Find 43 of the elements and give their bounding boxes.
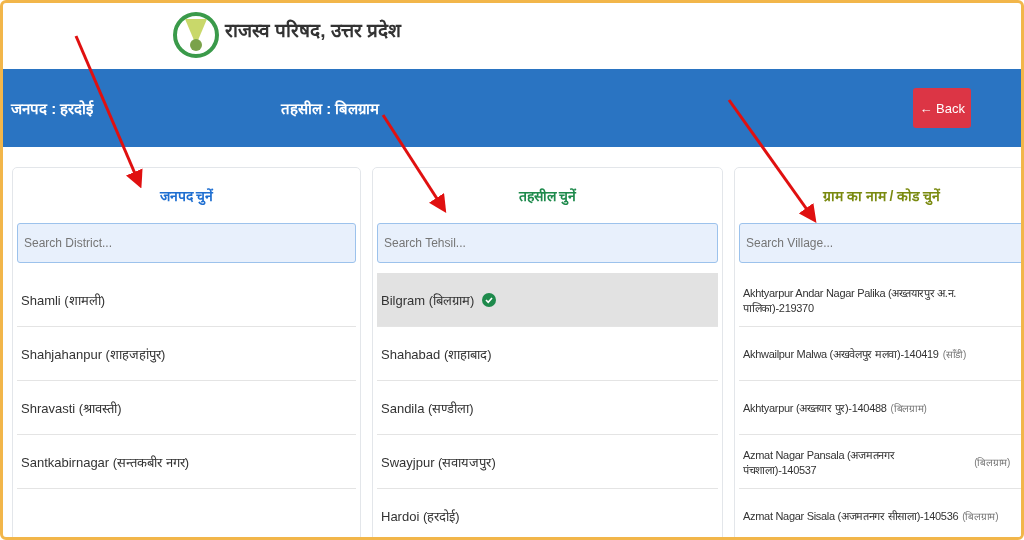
item-name: Sandila (सण्डीला) [381, 399, 474, 417]
back-button[interactable]: ← Back [913, 88, 971, 128]
item-name: Shravasti (श्रावस्ती) [21, 399, 122, 417]
list-item[interactable]: Shravasti (श्रावस्ती) [17, 381, 356, 435]
list-item[interactable]: Swayjpur (सवायजपुर) [377, 435, 718, 489]
village-name: Akhtyarpur Andar Nagar Palika (अख्तयारपुर अ.न. पालिका)-219370 [743, 285, 957, 315]
tehsil-name: (बिलग्राम) [890, 401, 927, 415]
district-label: जनपद : हरदोई [11, 99, 95, 118]
tehsil-name: (साँडी) [942, 347, 967, 361]
list-item[interactable]: Hardoi (हरदोई) [377, 489, 718, 537]
list-item[interactable]: Sandila (सण्डीला) [377, 381, 718, 435]
tehsil-name: (बिलग्राम) [974, 455, 1010, 469]
item-name: Santkabirnagar (सन्तकबीर नगर) [21, 453, 190, 471]
list-item[interactable]: Santkabirnagar (सन्तकबीर नगर) [17, 435, 356, 489]
tehsil-label: तहसील : बिलग्राम [281, 99, 381, 118]
item-name: Shahabad (शाहाबाद) [381, 345, 492, 363]
search-field[interactable]: Search District... [17, 223, 356, 263]
header-title: राजस्व परिषद, उत्तर प्रदेश [225, 18, 402, 43]
list-item[interactable]: Shahabad (शाहाबाद) [377, 327, 718, 381]
list-item[interactable]: Shahjahanpur (शाहजहांपुर) [17, 327, 356, 381]
search-field[interactable]: Search Village... [739, 223, 1021, 263]
panel-title: जनपद चुनें [159, 187, 214, 205]
item-name: Swayjpur (सवायजपुर) [381, 453, 496, 471]
list-item[interactable]: Akhtyarpur Andar Nagar Palika (अख्तयारपुर अ.न. पालिका)-219370 [739, 273, 1021, 327]
list-item[interactable]: Akhwailpur Malwa (अखवेलपुर मलवा)-140419 (साँडी) [739, 327, 1021, 381]
item-name: Hardoi (हरदोई) [381, 507, 460, 525]
search-field[interactable]: Search Tehsil... [377, 223, 718, 263]
item-name: Bilgram (बिलग्राम) [381, 291, 475, 309]
list-item[interactable]: Azmat Nagar Pansala (अजमतनगर पंचशाला)-140537 (बिलग्राम) [739, 435, 1021, 489]
panel-title: तहसील चुनें [518, 187, 577, 205]
village-name: Azmat Nagar Pansala (अजमतनगर पंचशाला)-140537 [743, 447, 896, 477]
check-circle-icon [482, 292, 497, 307]
tehsil-name: (बिलग्राम) [962, 509, 999, 523]
item-name: Shamli (शामली) [21, 291, 105, 309]
list-item[interactable]: Akhtyarpur (अख्तयार पुर)-140488 (बिलग्राम) [739, 381, 1021, 435]
panel-title: ग्राम का नाम / कोड चुनें [822, 187, 941, 205]
village-name: Azmat Nagar Sisala (अजमतनगर सीसाला)-140536 [743, 509, 959, 523]
list-item[interactable]: Azmat Nagar Sisala (अजमतनगर सीसाला)-140536 (बिलग्राम) [739, 489, 1021, 537]
item-name: Shahjahanpur (शाहजहांपुर) [21, 345, 166, 363]
village-name: Akhwailpur Malwa (अखवेलपुर मलवा)-140419 [743, 347, 939, 361]
list-item[interactable]: Shamli (शामली) [17, 273, 356, 327]
village-name: Akhtyarpur (अख्तयार पुर)-140488 [743, 401, 887, 415]
list-item[interactable]: Bilgram (बिलग्राम) [377, 273, 718, 327]
